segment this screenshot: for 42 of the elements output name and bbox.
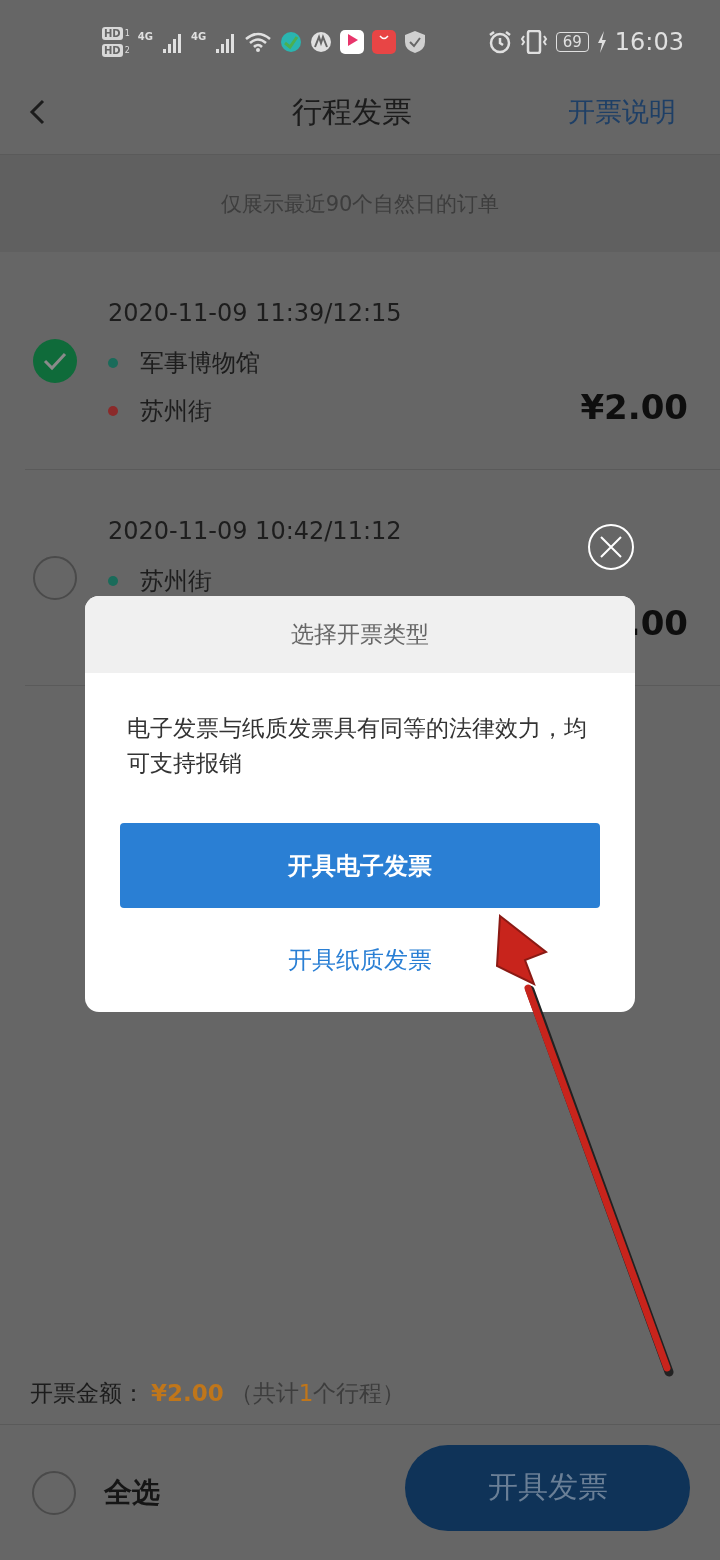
trip-time: 2020-11-09 10:42/11:12 [108,516,402,547]
battery-level: 69 [555,32,589,52]
check-icon [42,350,68,371]
stop-name: 军事博物馆 [140,349,260,377]
globe-app-icon [280,31,303,53]
shield-icon [404,30,427,54]
close-icon [599,535,623,559]
video-app-icon [340,30,365,54]
sim-slot: 1 [124,28,130,39]
app-icon [310,31,333,53]
store-app-icon [372,30,397,54]
wifi-icon [244,31,273,53]
clock-time: 16:03 [614,28,684,56]
hd-badge: HD [102,44,123,57]
select-all-checkbox[interactable] [32,1470,76,1515]
select-all-label: 全选 [104,1474,160,1511]
charging-icon [596,31,607,53]
vibrate-icon [519,30,548,54]
network-type: 4G [137,31,153,42]
hd-badge: HD [102,27,123,40]
issue-invoice-button[interactable]: 开具发票 [405,1444,690,1531]
network-type: 4G [190,31,207,42]
trip-checkbox[interactable] [33,555,77,600]
amount-label: 开票金额： [30,1378,145,1408]
alarm-icon [487,30,512,54]
trip-checkbox[interactable] [33,338,77,383]
back-icon[interactable] [28,99,46,125]
page-title: 行程发票 [292,92,412,131]
dialog-title: 选择开票类型 [291,620,429,649]
stop-name: 苏州街 [140,567,212,595]
dialog-message: 电子发票与纸质发票具有同等的法律效力，均可支持报销 [127,714,588,778]
trip-time: 2020-11-09 11:39/12:15 [108,298,402,329]
close-button[interactable] [588,524,634,570]
trip-price: ¥2.00 [580,387,688,427]
signal-icon [160,31,183,53]
trip-price: .00 [627,603,688,643]
paper-invoice-link[interactable]: 开具纸质发票 [278,938,442,982]
signal-icon [214,31,237,53]
sim-slot: 2 [124,45,130,56]
amount-value: ¥2.00 [151,1380,224,1406]
electronic-invoice-button[interactable]: 开具电子发票 [120,823,600,908]
stop-name: 苏州街 [140,397,212,425]
